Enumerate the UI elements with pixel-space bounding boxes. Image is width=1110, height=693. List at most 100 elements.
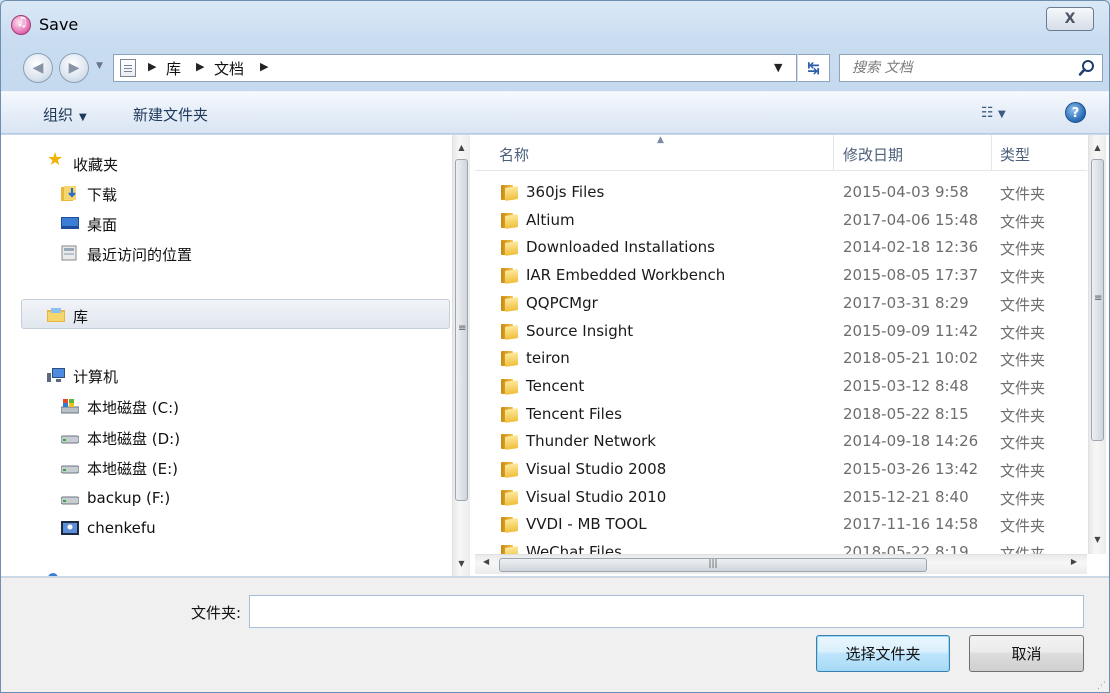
scroll-up-icon[interactable]: ▲ — [453, 139, 470, 156]
breadcrumb-documents[interactable]: 文档 — [214, 58, 244, 79]
scroll-up-icon[interactable]: ▲ — [1089, 139, 1106, 156]
title-bar: Save X — [1, 1, 1109, 45]
file-modified-date: 2017-04-06 15:48 — [843, 210, 979, 229]
user-drive-icon — [61, 521, 79, 535]
breadcrumb-libraries[interactable]: 库 — [166, 58, 181, 79]
breadcrumb-separator-icon[interactable]: ▶ — [196, 60, 204, 73]
document-icon — [120, 59, 136, 77]
organize-label: 组织 — [43, 106, 74, 124]
forward-button[interactable]: ▶ — [59, 53, 89, 83]
nav-item-label: 下载 — [87, 186, 118, 204]
file-row[interactable]: Visual Studio 2008 2015-03-26 13:42 文件夹 — [475, 456, 1087, 484]
column-divider[interactable] — [991, 135, 992, 171]
cancel-button[interactable]: 取消 — [969, 635, 1084, 672]
network-icon — [48, 573, 58, 576]
scroll-left-icon[interactable]: ◀ — [483, 557, 489, 566]
folder-icon — [501, 516, 519, 533]
select-folder-button[interactable]: 选择文件夹 — [816, 635, 950, 672]
scroll-down-icon[interactable]: ▼ — [453, 555, 470, 572]
itunes-app-icon — [11, 15, 31, 35]
view-options-icon: ☷ — [981, 105, 994, 121]
view-options-button[interactable]: ☷ ▼ — [981, 105, 1006, 121]
scroll-down-icon[interactable]: ▼ — [1089, 531, 1106, 548]
column-divider[interactable] — [833, 135, 834, 171]
refresh-button[interactable]: ↹ — [798, 54, 830, 82]
scroll-right-icon[interactable]: ▶ — [1071, 557, 1077, 566]
file-pane-horizontal-scrollbar[interactable]: ◀ ||| ▶ — [475, 554, 1087, 574]
breadcrumb-separator-icon[interactable]: ▶ — [148, 60, 156, 73]
organize-menu[interactable]: 组织 ▼ — [43, 104, 87, 125]
file-row[interactable]: Altium 2017-04-06 15:48 文件夹 — [475, 207, 1087, 235]
file-row[interactable]: Visual Studio 2010 2015-12-21 8:40 文件夹 — [475, 484, 1087, 512]
file-name: QQPCMgr — [526, 293, 598, 312]
file-type: 文件夹 — [1000, 295, 1046, 314]
folder-icon — [501, 461, 519, 477]
file-name: Altium — [526, 210, 575, 229]
command-toolbar: 组织 ▼ 新建文件夹 ☷ ▼ ? — [1, 91, 1109, 134]
folder-label: 文件夹: — [191, 604, 242, 622]
folder-name-input[interactable] — [249, 595, 1084, 628]
back-button[interactable]: ◀ — [23, 53, 53, 83]
nav-pane-scroll-thumb[interactable] — [455, 159, 468, 501]
file-name: 360js Files — [526, 183, 605, 201]
file-pane-scroll-thumb[interactable] — [1091, 159, 1104, 441]
file-name: teiron — [526, 349, 570, 368]
column-header-name[interactable]: 名称 — [499, 144, 529, 165]
help-button[interactable]: ? — [1065, 102, 1086, 123]
navigation-bar: ◀ ▶ ▼ ▶ 库 ▶ 文档 ▶ ▼ ↹ — [1, 45, 1109, 89]
window-title: Save — [39, 15, 79, 34]
file-row[interactable]: Tencent Files 2018-05-22 8:15 文件夹 — [475, 401, 1087, 429]
folder-icon — [501, 378, 519, 394]
file-row[interactable]: VVDI - MB TOOL 2017-11-16 14:58 文件夹 — [475, 511, 1087, 539]
file-row[interactable]: QQPCMgr 2017-03-31 8:29 文件夹 — [475, 290, 1087, 318]
nav-item-label: 本地磁盘 (E:) — [87, 460, 179, 478]
address-bar[interactable]: ▶ 库 ▶ 文档 ▶ ▼ — [113, 54, 797, 82]
file-modified-date: 2018-05-22 8:15 — [843, 404, 969, 423]
breadcrumb-separator-icon[interactable]: ▶ — [260, 60, 268, 73]
chevron-down-icon: ▼ — [998, 109, 1006, 120]
history-dropdown-icon[interactable]: ▼ — [96, 61, 103, 71]
file-pane-scrollbar[interactable]: ▲ ▼ — [1088, 135, 1106, 554]
file-row[interactable]: Thunder Network 2014-09-18 14:26 文件夹 — [475, 428, 1087, 456]
file-modified-date: 2015-09-09 11:42 — [843, 321, 979, 340]
nav-item-label: 本地磁盘 (D:) — [87, 430, 181, 448]
nav-item-label: 库 — [73, 308, 89, 326]
help-icon: ? — [1071, 106, 1080, 121]
resize-grip-icon[interactable]: ⋰ — [1097, 681, 1106, 691]
horizontal-scroll-thumb[interactable]: ||| — [499, 558, 927, 572]
browser-area: ★ 收藏夹 下载 桌面 最近访问的位置 库 计算机 本地磁盘 (C:) 本地磁盘… — [1, 135, 1109, 576]
nav-item-label: 本地磁盘 (C:) — [87, 399, 179, 417]
refresh-icon: ↹ — [807, 59, 820, 77]
close-button[interactable]: X — [1046, 7, 1094, 31]
search-box — [839, 54, 1103, 82]
search-icon[interactable] — [1078, 59, 1096, 77]
library-icon — [47, 308, 65, 322]
file-name: Downloaded Installations — [526, 238, 715, 257]
nav-item-label: backup (F:) — [87, 489, 171, 507]
folder-icon — [501, 184, 519, 200]
computer-icon — [47, 368, 65, 382]
address-dropdown-icon[interactable]: ▼ — [774, 61, 782, 74]
file-row[interactable]: Source Insight 2015-09-09 11:42 文件夹 — [475, 318, 1087, 346]
file-modified-date: 2015-12-21 8:40 — [843, 487, 969, 506]
search-input[interactable] — [840, 55, 1072, 81]
file-name: VVDI - MB TOOL — [526, 515, 647, 534]
column-header-date[interactable]: 修改日期 — [843, 144, 903, 165]
save-dialog: Save X ◀ ▶ ▼ ▶ 库 ▶ 文档 ▶ ▼ ↹ 组织▼ 新建文件 — [0, 0, 1110, 693]
folder-icon — [501, 350, 519, 367]
file-row[interactable]: IAR Embedded Workbench 2015-08-05 17:37 文件… — [475, 262, 1087, 290]
new-folder-button[interactable]: 新建文件夹 — [133, 104, 208, 125]
file-type: 文件夹 — [1000, 240, 1046, 259]
file-row[interactable]: teiron 2018-05-21 10:02 文件夹 — [475, 345, 1087, 373]
column-header-type[interactable]: 类型 — [1000, 144, 1030, 165]
nav-pane-scrollbar[interactable]: ▲ ▼ — [452, 135, 470, 576]
file-row[interactable]: Tencent 2015-03-12 8:48 文件夹 — [475, 373, 1087, 401]
file-modified-date: 2015-03-26 13:42 — [843, 460, 979, 478]
file-modified-date: 2018-05-21 10:02 — [843, 349, 979, 368]
file-name: Tencent — [526, 376, 585, 395]
hard-drive-icon — [61, 465, 79, 474]
file-row[interactable]: 360js Files 2015-04-03 9:58 文件夹 — [475, 179, 1087, 207]
file-type: 文件夹 — [1000, 462, 1046, 480]
chevron-down-icon: ▼ — [79, 112, 87, 123]
file-row[interactable]: Downloaded Installations 2014-02-18 12:36… — [475, 234, 1087, 262]
